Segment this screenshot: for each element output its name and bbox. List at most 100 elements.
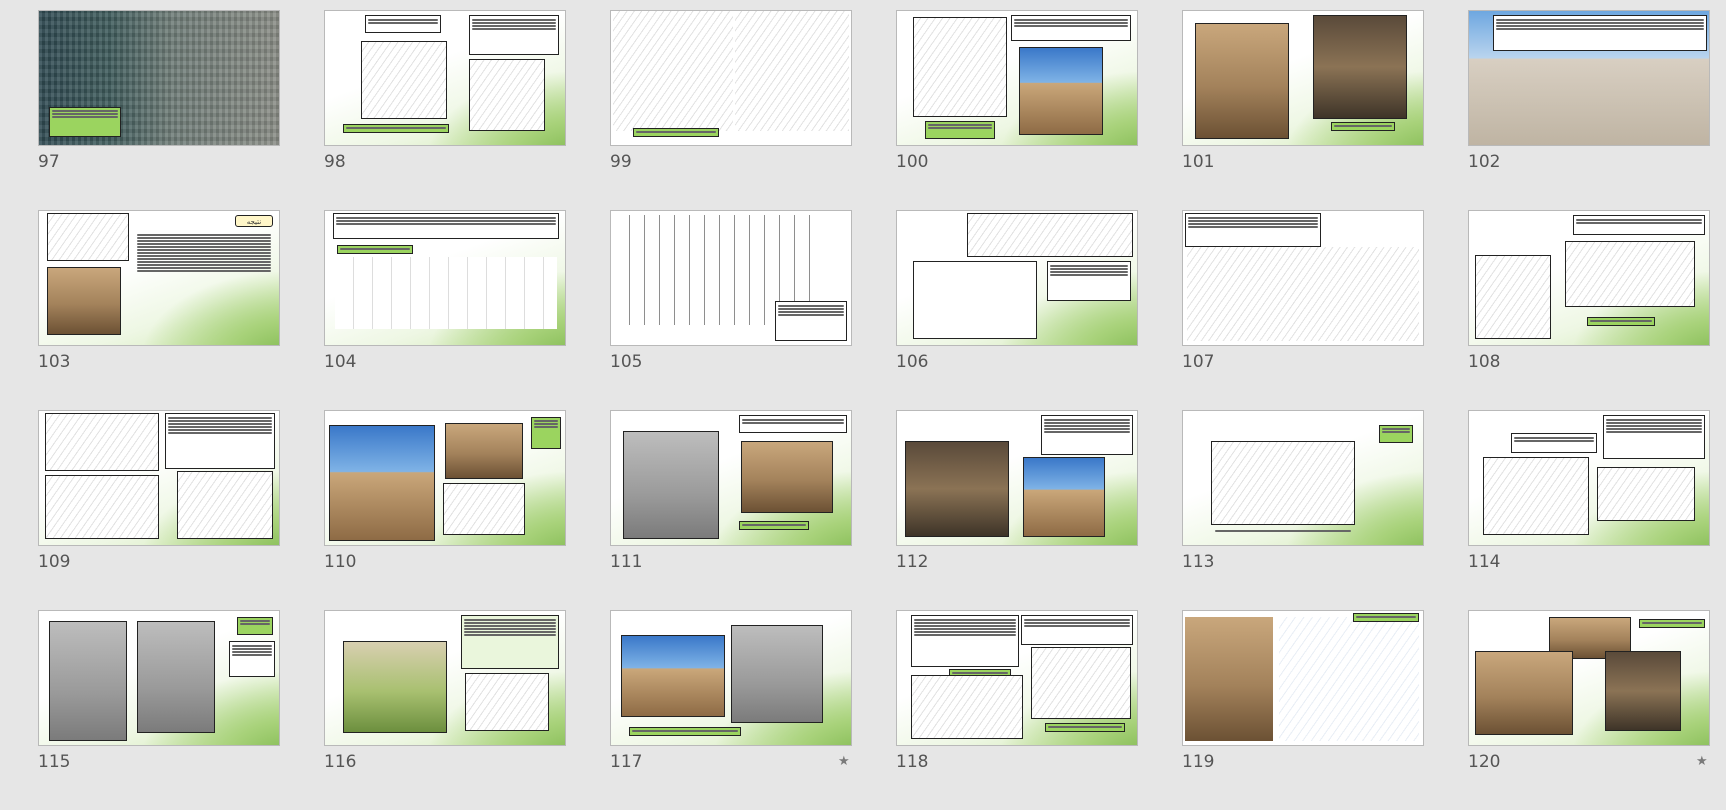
diagram-image bbox=[45, 475, 159, 539]
slide-preview bbox=[324, 10, 566, 146]
star-icon[interactable]: ★ bbox=[838, 754, 850, 769]
diagram-image bbox=[1031, 647, 1131, 719]
caption-label bbox=[237, 617, 273, 635]
photo-image bbox=[1475, 651, 1573, 735]
slide-thumbnail-113[interactable]: 113 bbox=[1182, 410, 1424, 610]
text-box bbox=[1011, 15, 1131, 41]
caption-label bbox=[1639, 619, 1705, 628]
slide-thumbnail-115[interactable]: 115 bbox=[38, 610, 280, 810]
caption-label bbox=[1331, 122, 1395, 131]
slide-thumbnail-110[interactable]: 110 bbox=[324, 410, 566, 610]
diagram-image bbox=[45, 413, 159, 471]
slide-preview bbox=[1468, 10, 1710, 146]
photo-image bbox=[621, 635, 725, 717]
slide-number: 119 bbox=[1182, 752, 1215, 772]
slide-thumbnail-103[interactable]: نتیجه 103 bbox=[38, 210, 280, 410]
text-box bbox=[1041, 415, 1133, 455]
diagram-image bbox=[335, 257, 557, 329]
text-box bbox=[1573, 215, 1705, 235]
slide-number: 108 bbox=[1468, 352, 1501, 372]
slide-number: 98 bbox=[324, 152, 346, 172]
slide-preview bbox=[1182, 210, 1424, 346]
slide-thumbnail-112[interactable]: 112 bbox=[896, 410, 1138, 610]
slide-thumbnail-107[interactable]: 107 bbox=[1182, 210, 1424, 410]
slide-thumbnail-111[interactable]: 111 bbox=[610, 410, 852, 610]
slide-preview: نتیجه bbox=[38, 210, 280, 346]
slide-thumbnail-108[interactable]: 108 bbox=[1468, 210, 1710, 410]
photo-image bbox=[49, 621, 127, 741]
slide-thumbnail-100[interactable]: 100 bbox=[896, 10, 1138, 210]
slide-number: 106 bbox=[896, 352, 929, 372]
photo-image bbox=[343, 641, 447, 733]
slide-title: نتیجه bbox=[235, 215, 273, 227]
slide-preview bbox=[38, 10, 280, 146]
caption-label bbox=[1379, 425, 1413, 443]
text-box bbox=[469, 15, 559, 55]
slide-number: 101 bbox=[1182, 152, 1215, 172]
slide-preview bbox=[324, 410, 566, 546]
text-box bbox=[333, 213, 559, 239]
slide-thumbnail-117[interactable]: 117 ★ bbox=[610, 610, 852, 810]
slide-preview bbox=[1182, 10, 1424, 146]
caption-label bbox=[337, 245, 413, 254]
slide-thumbnail-98[interactable]: 98 bbox=[324, 10, 566, 210]
slide-thumbnail-116[interactable]: 116 bbox=[324, 610, 566, 810]
slide-thumbnail-105[interactable]: 105 bbox=[610, 210, 852, 410]
diagram-image bbox=[911, 675, 1023, 739]
text-box bbox=[1185, 213, 1321, 247]
slide-thumbnail-102[interactable]: 102 bbox=[1468, 10, 1710, 210]
photo-image bbox=[905, 441, 1009, 537]
slide-preview bbox=[324, 610, 566, 746]
slide-preview bbox=[896, 410, 1138, 546]
photo-image bbox=[329, 425, 435, 541]
slide-preview bbox=[1182, 410, 1424, 546]
slide-number: 104 bbox=[324, 352, 357, 372]
slide-preview bbox=[1468, 610, 1710, 746]
caption-label bbox=[343, 124, 449, 133]
slide-number: 115 bbox=[38, 752, 71, 772]
text-box bbox=[775, 301, 847, 341]
sketch-image bbox=[613, 11, 733, 131]
floor-plan-image bbox=[913, 261, 1037, 339]
diagram-image bbox=[1597, 467, 1695, 521]
caption-label bbox=[629, 727, 741, 736]
text-box bbox=[229, 641, 275, 677]
slide-number: 103 bbox=[38, 352, 71, 372]
slide-thumbnail-104[interactable]: 104 bbox=[324, 210, 566, 410]
photo-image bbox=[1185, 617, 1273, 741]
slide-number: 109 bbox=[38, 552, 71, 572]
slide-thumbnail-99[interactable]: 99 bbox=[610, 10, 852, 210]
slide-preview bbox=[1468, 210, 1710, 346]
slide-thumbnail-101[interactable]: 101 bbox=[1182, 10, 1424, 210]
slide-preview bbox=[324, 210, 566, 346]
text-box bbox=[461, 615, 559, 669]
slide-preview bbox=[610, 210, 852, 346]
slide-number: 112 bbox=[896, 552, 929, 572]
star-icon[interactable]: ★ bbox=[1696, 754, 1708, 769]
text-box bbox=[1603, 415, 1705, 459]
slide-thumbnail-109[interactable]: 109 bbox=[38, 410, 280, 610]
slide-thumbnail-114[interactable]: 114 bbox=[1468, 410, 1710, 610]
slide-number: 99 bbox=[610, 152, 632, 172]
slide-thumbnail-118[interactable]: 118 bbox=[896, 610, 1138, 810]
slide-preview bbox=[1468, 410, 1710, 546]
slide-number: 117 bbox=[610, 752, 643, 772]
text-box bbox=[365, 15, 441, 33]
diagram-image bbox=[443, 483, 525, 535]
section-image bbox=[1565, 241, 1695, 307]
slide-thumbnail-106[interactable]: 106 bbox=[896, 210, 1138, 410]
slide-thumbnail-97[interactable]: 97 bbox=[38, 10, 280, 210]
section-image bbox=[1475, 255, 1551, 339]
diagram-image bbox=[1483, 457, 1589, 535]
diagram-image bbox=[469, 59, 545, 131]
slide-number: 111 bbox=[610, 552, 643, 572]
text-box bbox=[739, 415, 847, 433]
photo-image bbox=[1019, 47, 1103, 135]
slide-thumbnail-119[interactable]: 119 bbox=[1182, 610, 1424, 810]
slide-preview bbox=[610, 410, 852, 546]
slide-thumbnail-120[interactable]: 120 ★ bbox=[1468, 610, 1710, 810]
caption-text bbox=[1213, 527, 1353, 537]
slide-number: 110 bbox=[324, 552, 357, 572]
photo-image bbox=[731, 625, 823, 723]
caption-label bbox=[49, 107, 121, 137]
